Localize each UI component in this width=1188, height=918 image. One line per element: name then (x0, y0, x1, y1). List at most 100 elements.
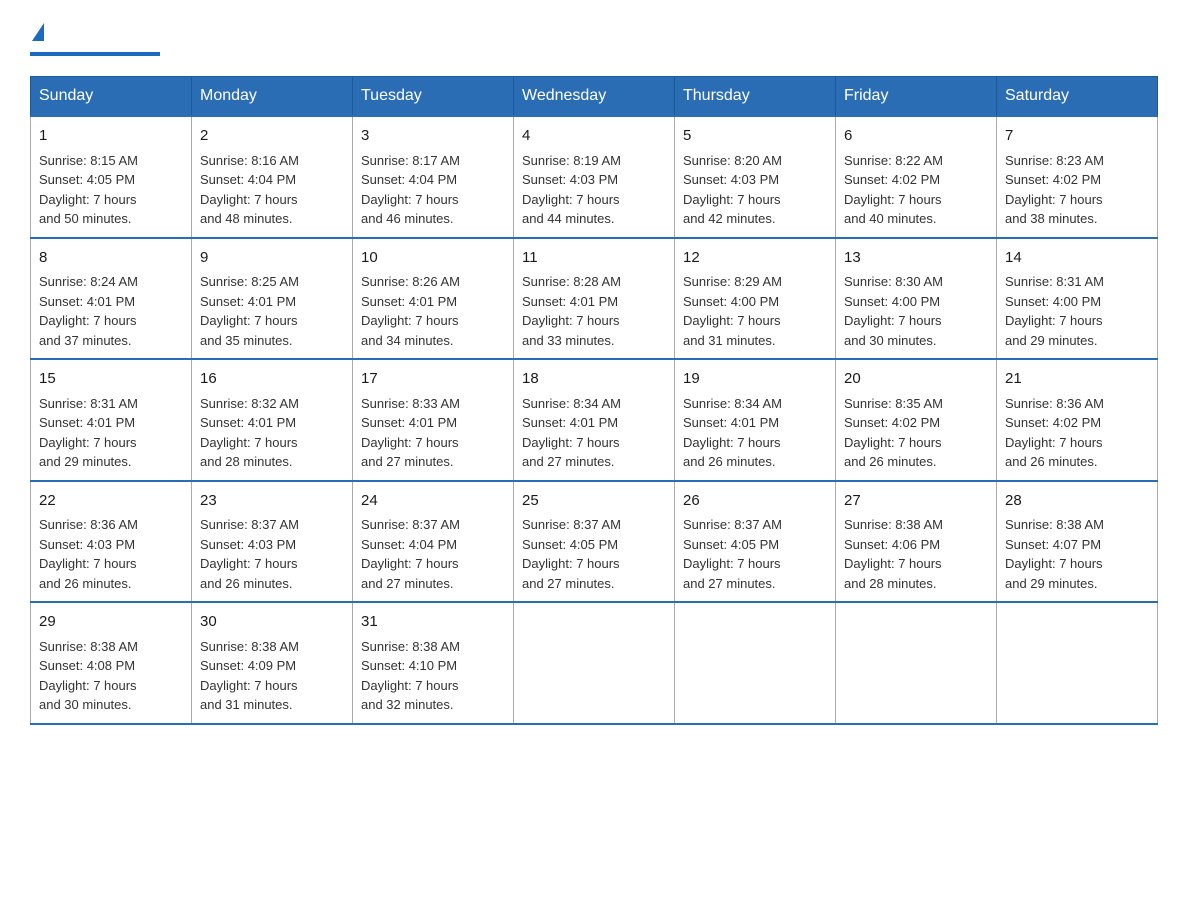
day-daylight-cont: and 37 minutes. (39, 333, 132, 348)
logo (30, 20, 160, 56)
day-sunset: Sunset: 4:01 PM (361, 294, 457, 309)
day-daylight: Daylight: 7 hours (361, 192, 459, 207)
day-daylight: Daylight: 7 hours (522, 313, 620, 328)
page-header (30, 20, 1158, 56)
calendar-day-cell: 27Sunrise: 8:38 AMSunset: 4:06 PMDayligh… (836, 481, 997, 603)
day-sunset: Sunset: 4:00 PM (844, 294, 940, 309)
day-daylight: Daylight: 7 hours (361, 313, 459, 328)
day-sunset: Sunset: 4:01 PM (522, 294, 618, 309)
day-daylight: Daylight: 7 hours (522, 192, 620, 207)
day-sunset: Sunset: 4:01 PM (39, 294, 135, 309)
calendar-week-row: 29 Sunrise: 8:38 AM Sunset: 4:08 PM Dayligh… (31, 602, 1158, 724)
day-daylight-cont: and 42 minutes. (683, 211, 776, 226)
day-daylight: Daylight: 7 hours (200, 435, 298, 450)
day-number: 30 (200, 611, 344, 634)
day-number: 9 (200, 247, 344, 270)
day-daylight-cont: and 29 minutes. (39, 454, 132, 469)
calendar-day-cell: 9Sunrise: 8:25 AMSunset: 4:01 PMDaylight… (192, 238, 353, 360)
weekday-header-saturday: Saturday (997, 77, 1158, 117)
calendar-day-cell: 14Sunrise: 8:31 AMSunset: 4:00 PMDayligh… (997, 238, 1158, 360)
day-number: 11 (522, 247, 666, 270)
day-sunrise: Sunrise: 8:37 AM (200, 517, 299, 532)
day-number: 18 (522, 368, 666, 391)
day-sunrise: Sunrise: 8:31 AM (39, 396, 138, 411)
day-daylight: Daylight: 7 hours (361, 678, 459, 693)
day-number: 15 (39, 368, 183, 391)
day-sunset: Sunset: 4:08 PM (39, 658, 135, 673)
day-number: 4 (522, 125, 666, 148)
day-daylight-cont: and 46 minutes. (361, 211, 454, 226)
day-sunrise: Sunrise: 8:37 AM (361, 517, 460, 532)
weekday-header-thursday: Thursday (675, 77, 836, 117)
day-sunrise: Sunrise: 8:38 AM (844, 517, 943, 532)
day-daylight: Daylight: 7 hours (200, 556, 298, 571)
day-daylight-cont: and 29 minutes. (1005, 333, 1098, 348)
day-sunset: Sunset: 4:02 PM (844, 172, 940, 187)
calendar-table: SundayMondayTuesdayWednesdayThursdayFrid… (30, 76, 1158, 725)
day-number: 8 (39, 247, 183, 270)
day-sunrise: Sunrise: 8:17 AM (361, 153, 460, 168)
day-sunrise: Sunrise: 8:31 AM (1005, 274, 1104, 289)
day-number: 29 (39, 611, 183, 634)
day-sunset: Sunset: 4:02 PM (844, 415, 940, 430)
day-number: 12 (683, 247, 827, 270)
day-number: 1 (39, 125, 183, 148)
day-number: 20 (844, 368, 988, 391)
day-daylight-cont: and 29 minutes. (1005, 576, 1098, 591)
day-sunset: Sunset: 4:01 PM (39, 415, 135, 430)
day-daylight: Daylight: 7 hours (39, 313, 137, 328)
day-daylight-cont: and 26 minutes. (683, 454, 776, 469)
day-sunrise: Sunrise: 8:32 AM (200, 396, 299, 411)
day-daylight: Daylight: 7 hours (361, 556, 459, 571)
calendar-day-cell: 26Sunrise: 8:37 AMSunset: 4:05 PMDayligh… (675, 481, 836, 603)
day-daylight-cont: and 27 minutes. (522, 454, 615, 469)
calendar-week-row: 1 Sunrise: 8:15 AM Sunset: 4:05 PM Daylight… (31, 116, 1158, 238)
day-daylight: Daylight: 7 hours (39, 556, 137, 571)
calendar-day-cell: 22Sunrise: 8:36 AMSunset: 4:03 PMDayligh… (31, 481, 192, 603)
day-daylight-cont: and 33 minutes. (522, 333, 615, 348)
calendar-day-cell: 2Sunrise: 8:16 AMSunset: 4:04 PMDaylight… (192, 116, 353, 238)
calendar-week-row: 22Sunrise: 8:36 AMSunset: 4:03 PMDayligh… (31, 481, 1158, 603)
day-sunrise: Sunrise: 8:15 AM (39, 153, 138, 168)
day-sunrise: Sunrise: 8:38 AM (361, 639, 460, 654)
logo-triangle-icon (32, 23, 44, 41)
day-sunrise: Sunrise: 8:38 AM (1005, 517, 1104, 532)
calendar-day-cell: 20Sunrise: 8:35 AMSunset: 4:02 PMDayligh… (836, 359, 997, 481)
day-number: 31 (361, 611, 505, 634)
calendar-week-row: 15 Sunrise: 8:31 AM Sunset: 4:01 PM Dayligh… (31, 359, 1158, 481)
day-sunrise: Sunrise: 8:36 AM (39, 517, 138, 532)
calendar-day-cell: 6Sunrise: 8:22 AMSunset: 4:02 PMDaylight… (836, 116, 997, 238)
day-number: 26 (683, 490, 827, 513)
day-number: 7 (1005, 125, 1149, 148)
day-sunset: Sunset: 4:01 PM (361, 415, 457, 430)
day-daylight: Daylight: 7 hours (844, 556, 942, 571)
day-number: 5 (683, 125, 827, 148)
day-sunset: Sunset: 4:04 PM (200, 172, 296, 187)
weekday-header-row: SundayMondayTuesdayWednesdayThursdayFrid… (31, 77, 1158, 117)
calendar-day-cell: 25Sunrise: 8:37 AMSunset: 4:05 PMDayligh… (514, 481, 675, 603)
calendar-day-cell: 29Sunrise: 8:38 AMSunset: 4:08 PMDayligh… (31, 602, 192, 724)
day-daylight: Daylight: 7 hours (844, 192, 942, 207)
day-sunrise: Sunrise: 8:30 AM (844, 274, 943, 289)
day-daylight-cont: and 26 minutes. (844, 454, 937, 469)
calendar-day-cell: 1Sunrise: 8:15 AMSunset: 4:05 PMDaylight… (31, 116, 192, 238)
calendar-day-cell (514, 602, 675, 724)
day-daylight-cont: and 31 minutes. (200, 697, 293, 712)
calendar-day-cell: 15Sunrise: 8:31 AMSunset: 4:01 PMDayligh… (31, 359, 192, 481)
day-sunset: Sunset: 4:05 PM (39, 172, 135, 187)
day-number: 17 (361, 368, 505, 391)
weekday-header-friday: Friday (836, 77, 997, 117)
day-number: 24 (361, 490, 505, 513)
day-daylight: Daylight: 7 hours (522, 556, 620, 571)
day-sunset: Sunset: 4:01 PM (200, 415, 296, 430)
day-daylight-cont: and 27 minutes. (361, 454, 454, 469)
day-daylight-cont: and 26 minutes. (1005, 454, 1098, 469)
day-number: 16 (200, 368, 344, 391)
day-daylight-cont: and 38 minutes. (1005, 211, 1098, 226)
day-daylight: Daylight: 7 hours (844, 435, 942, 450)
day-daylight-cont: and 28 minutes. (200, 454, 293, 469)
day-sunrise: Sunrise: 8:22 AM (844, 153, 943, 168)
day-daylight-cont: and 35 minutes. (200, 333, 293, 348)
day-daylight-cont: and 34 minutes. (361, 333, 454, 348)
calendar-day-cell (675, 602, 836, 724)
